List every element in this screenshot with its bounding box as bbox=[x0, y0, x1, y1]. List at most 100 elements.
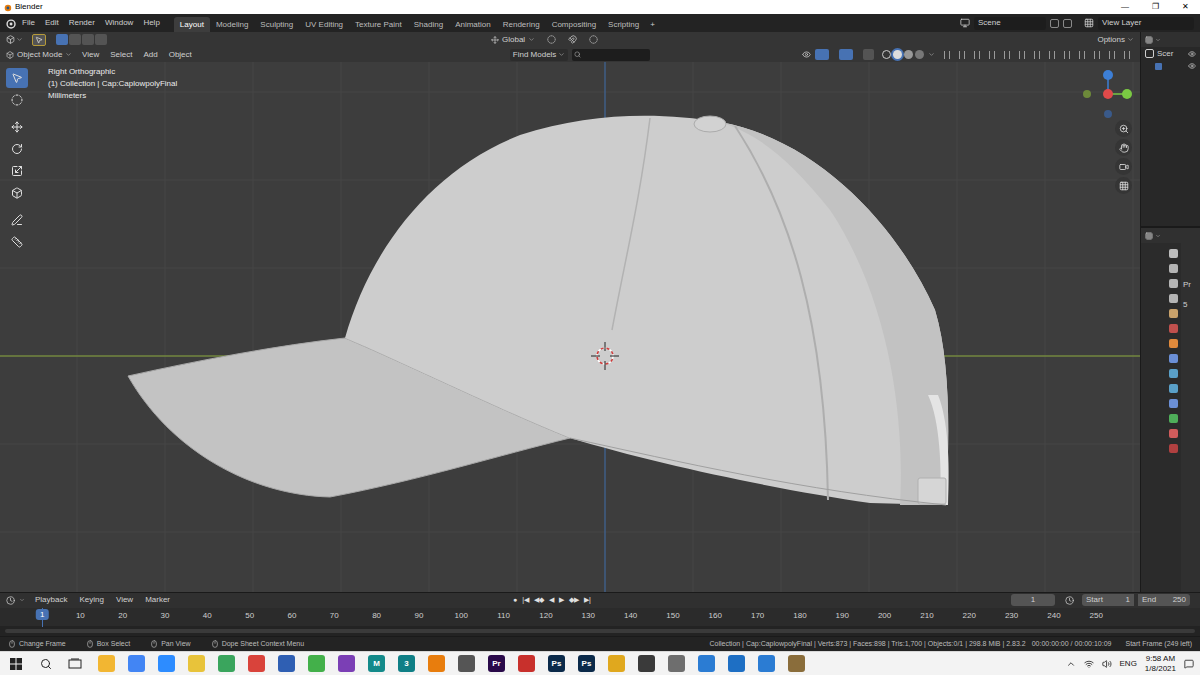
options-dropdown[interactable]: Options bbox=[1097, 34, 1134, 46]
select-mode-invert-icon[interactable] bbox=[95, 34, 107, 45]
workspace-tab[interactable]: Compositing bbox=[546, 17, 602, 32]
viewport-canvas[interactable]: Right Orthographic(1) Collection | Cap:C… bbox=[0, 62, 1140, 592]
header-option-icon[interactable] bbox=[1034, 51, 1040, 59]
header-option-icon[interactable] bbox=[1004, 51, 1010, 59]
tool-button[interactable] bbox=[6, 117, 28, 137]
taskbar-app[interactable] bbox=[158, 655, 175, 672]
properties-tab-icon[interactable] bbox=[1169, 324, 1178, 333]
tray-overflow-icon[interactable] bbox=[1066, 659, 1076, 669]
3d-cursor-icon[interactable] bbox=[591, 342, 619, 370]
perspective-button[interactable] bbox=[1115, 177, 1132, 194]
taskbar-app[interactable] bbox=[518, 655, 535, 672]
viewport-menu-item[interactable]: Select bbox=[110, 49, 132, 61]
material-shading-icon[interactable] bbox=[904, 50, 913, 59]
pan-button[interactable] bbox=[1115, 139, 1132, 156]
properties-tab-icon[interactable] bbox=[1169, 384, 1178, 393]
workspace-tab[interactable]: UV Editing bbox=[299, 17, 349, 32]
timeline-menu-item[interactable]: View bbox=[116, 594, 133, 606]
taskbar-app[interactable] bbox=[698, 655, 715, 672]
menu-item[interactable]: Edit bbox=[45, 17, 59, 29]
workspace-tab[interactable]: Rendering bbox=[497, 17, 546, 32]
taskbar-app[interactable] bbox=[788, 655, 805, 672]
mode-dropdown[interactable]: Object Mode bbox=[6, 49, 74, 61]
rendered-shading-icon[interactable] bbox=[915, 50, 924, 59]
editor-type-button[interactable] bbox=[6, 35, 28, 44]
taskbar-app[interactable] bbox=[338, 655, 355, 672]
timeline-scrollbar[interactable] bbox=[5, 629, 1195, 633]
scene-icon[interactable] bbox=[960, 18, 970, 28]
zoom-button[interactable] bbox=[1115, 120, 1132, 137]
workspace-tab[interactable]: Modeling bbox=[210, 17, 254, 32]
tool-button[interactable] bbox=[6, 183, 28, 203]
taskbar-app[interactable]: Ps bbox=[548, 655, 565, 672]
start-frame-field[interactable]: Start1 bbox=[1082, 594, 1134, 606]
scene-remove-icon[interactable] bbox=[1063, 19, 1072, 28]
tool-button[interactable] bbox=[6, 210, 28, 230]
timeline-editor-icon[interactable] bbox=[6, 596, 15, 605]
search-icon[interactable] bbox=[40, 658, 52, 670]
menu-item[interactable]: File bbox=[22, 17, 35, 29]
menu-item[interactable]: Help bbox=[143, 17, 159, 29]
header-option-icon[interactable] bbox=[1124, 51, 1130, 59]
eye-icon[interactable] bbox=[1188, 50, 1196, 58]
transport-button[interactable]: ● bbox=[513, 595, 517, 606]
find-models-dropdown[interactable]: Find Models bbox=[510, 49, 569, 61]
transport-button[interactable]: ▶ bbox=[559, 595, 564, 606]
taskbar-app[interactable]: M bbox=[368, 655, 385, 672]
tool-button[interactable] bbox=[6, 90, 28, 110]
properties-tab-icon[interactable] bbox=[1169, 294, 1178, 303]
workspace-tab[interactable]: Layout bbox=[174, 17, 210, 32]
menu-item[interactable]: Render bbox=[69, 17, 95, 29]
properties-tab-icon[interactable] bbox=[1169, 369, 1178, 378]
camera-button[interactable] bbox=[1115, 158, 1132, 175]
taskbar-app[interactable] bbox=[728, 655, 745, 672]
workspace-tab[interactable]: Scripting bbox=[602, 17, 645, 32]
properties-tab-icon[interactable] bbox=[1169, 264, 1178, 273]
header-option-icon[interactable] bbox=[1109, 51, 1115, 59]
header-option-icon[interactable] bbox=[974, 51, 980, 59]
active-tool-button[interactable] bbox=[32, 34, 46, 46]
viewport-menu-item[interactable]: View bbox=[82, 49, 99, 61]
gizmo-toggle-icon[interactable] bbox=[815, 49, 829, 60]
header-option-icon[interactable] bbox=[959, 51, 965, 59]
taskbar-app[interactable] bbox=[308, 655, 325, 672]
window-control[interactable]: ✕ bbox=[1170, 0, 1200, 14]
taskbar-app[interactable] bbox=[278, 655, 295, 672]
end-frame-field[interactable]: End250 bbox=[1138, 594, 1190, 606]
workspace-tab[interactable]: Shading bbox=[408, 17, 449, 32]
transport-button[interactable]: ◀◆ bbox=[534, 595, 544, 606]
scene-copy-icon[interactable] bbox=[1050, 19, 1059, 28]
language-indicator[interactable]: ENG bbox=[1120, 658, 1137, 670]
taskbar-app[interactable] bbox=[248, 655, 265, 672]
timeline-ruler[interactable]: 1020304050607080901001101201301401501601… bbox=[0, 608, 1200, 627]
properties-tab-icon[interactable] bbox=[1169, 414, 1178, 423]
taskbar-app[interactable] bbox=[458, 655, 475, 672]
clock[interactable]: 9:58 AM1/8/2021 bbox=[1145, 654, 1176, 674]
properties-tab-icon[interactable] bbox=[1169, 444, 1178, 453]
taskbar-app[interactable]: Ps bbox=[578, 655, 595, 672]
select-mode-subtract-icon[interactable] bbox=[82, 34, 94, 45]
properties-tab-icon[interactable] bbox=[1169, 249, 1178, 258]
header-option-icon[interactable] bbox=[989, 51, 995, 59]
menu-item[interactable]: Window bbox=[105, 17, 133, 29]
preview-range-icon[interactable] bbox=[1065, 596, 1074, 605]
timeline-menu-item[interactable]: Marker bbox=[145, 594, 170, 606]
taskbar-app[interactable] bbox=[98, 655, 115, 672]
taskbar-app[interactable] bbox=[758, 655, 775, 672]
timeline-menu-item[interactable]: Keying bbox=[79, 594, 103, 606]
search-field[interactable] bbox=[572, 49, 650, 61]
visibility-icon[interactable] bbox=[802, 50, 811, 59]
properties-tab-icon[interactable] bbox=[1169, 429, 1178, 438]
xray-toggle-icon[interactable] bbox=[863, 49, 874, 60]
properties-tab-icon[interactable] bbox=[1169, 339, 1178, 348]
properties-tab-icon[interactable] bbox=[1169, 399, 1178, 408]
transport-button[interactable]: ◀ bbox=[549, 595, 554, 606]
header-option-icon[interactable] bbox=[1049, 51, 1055, 59]
properties-tab-icon[interactable] bbox=[1169, 309, 1178, 318]
tool-button[interactable] bbox=[6, 161, 28, 181]
select-mode-new-icon[interactable] bbox=[56, 34, 68, 45]
cap-model[interactable] bbox=[128, 116, 949, 505]
pivot-icon[interactable] bbox=[547, 35, 556, 44]
solid-shading-icon[interactable] bbox=[893, 50, 902, 59]
header-option-icon[interactable] bbox=[1019, 51, 1025, 59]
